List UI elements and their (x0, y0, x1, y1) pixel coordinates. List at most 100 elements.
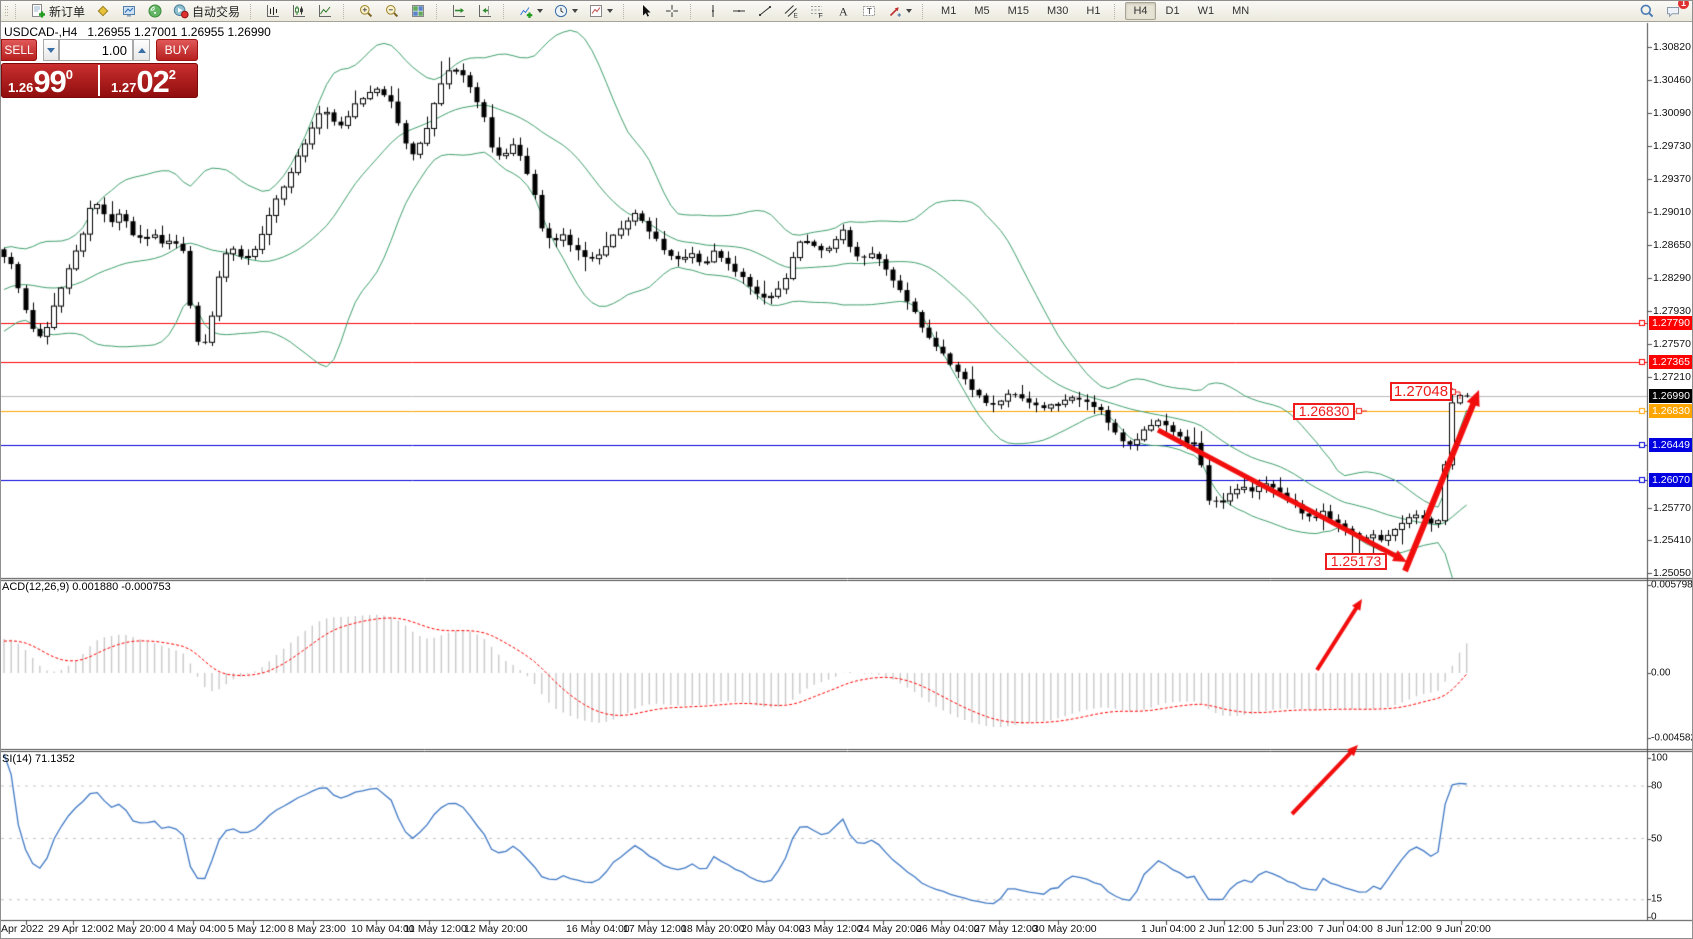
hline-button[interactable] (727, 1, 751, 22)
add-indicator-button[interactable] (514, 1, 547, 22)
text-tool-button[interactable]: A (831, 1, 855, 22)
line-chart-button[interactable] (313, 1, 337, 22)
timeframe-h4-button[interactable]: H4 (1125, 2, 1155, 20)
buy-price-prefix: 1.27 (111, 80, 136, 95)
market-watch-icon (95, 3, 111, 19)
toolbar: 新订单 自动交易 E FA T M1M5M15M30H1 H4D1W1MN 1 (1, 1, 1692, 22)
timeframe-w1-button[interactable]: W1 (1190, 2, 1223, 20)
chevron-up-icon (138, 48, 146, 53)
toolbar-separator (623, 4, 629, 19)
text-tool-icon: A (835, 3, 851, 19)
fibo-icon: F (809, 3, 825, 19)
toolbar-group-5 (633, 1, 685, 22)
dropdown-caret-icon (572, 9, 578, 13)
one-click-trading-panel: SELL BUY 1.26990 1.27022 (1, 39, 198, 98)
tile-windows-button[interactable] (406, 1, 430, 22)
buy-price-sup: 2 (169, 67, 176, 82)
svg-text:E: E (794, 13, 799, 20)
new-order-label: 新订单 (49, 3, 85, 20)
new-order-icon (30, 3, 46, 19)
timeframe-h1-button[interactable]: H1 (1078, 2, 1108, 20)
timeframe-m5-button[interactable]: M5 (966, 2, 997, 20)
arrows-tool-button[interactable] (883, 1, 916, 22)
chart-window-button[interactable] (117, 1, 141, 22)
dropdown-caret-icon (607, 9, 613, 13)
cursor-button[interactable] (634, 1, 658, 22)
signals-icon (147, 3, 163, 19)
auto-scroll-button[interactable] (447, 1, 471, 22)
dropdown-caret-icon (906, 9, 912, 13)
sell-button[interactable]: SELL (1, 39, 37, 61)
chart-window-icon (121, 3, 137, 19)
autotrade-button[interactable]: 自动交易 (169, 1, 244, 22)
add-indicator-icon (518, 3, 534, 19)
toolbar-separator (922, 4, 928, 19)
timeframe-d1-button[interactable]: D1 (1158, 2, 1188, 20)
market-watch-button[interactable] (91, 1, 115, 22)
svg-text:A: A (839, 5, 848, 19)
sell-price[interactable]: 1.26990 (1, 63, 97, 98)
crosshair-button[interactable] (660, 1, 684, 22)
price-annotation-label[interactable]: 1.27048 (1390, 382, 1452, 401)
sell-price-prefix: 1.26 (8, 80, 33, 95)
buy-price-big: 02 (136, 65, 168, 98)
toolbar-group-2 (353, 1, 431, 22)
bars-chart-icon (265, 3, 281, 19)
templates-button[interactable] (584, 1, 617, 22)
buy-button[interactable]: BUY (156, 39, 198, 61)
symbol-period-label: USDCAD-,H4 (4, 25, 77, 39)
vline-icon (705, 3, 721, 19)
volume-decrease-button[interactable] (43, 39, 59, 61)
chat-button[interactable]: 1 (1661, 1, 1685, 22)
zoom-out-button[interactable] (380, 1, 404, 22)
periods-icon (553, 3, 569, 19)
signals-button[interactable] (143, 1, 167, 22)
toolbar-grip[interactable] (3, 1, 10, 22)
search-button[interactable] (1635, 1, 1659, 22)
price-annotation-label[interactable]: 1.25173 (1325, 553, 1387, 570)
bars-chart-button[interactable] (261, 1, 285, 22)
templates-icon (588, 3, 604, 19)
price-annotation-label[interactable]: 1.26830 (1293, 403, 1355, 420)
text-label-button[interactable]: T (857, 1, 881, 22)
candles-chart-icon (291, 3, 307, 19)
price-divider (98, 65, 100, 96)
timeframe-m1-button[interactable]: M1 (933, 2, 964, 20)
volume-increase-button[interactable] (133, 39, 150, 61)
periods-button[interactable] (549, 1, 582, 22)
chart-shift-icon (477, 3, 493, 19)
volume-input[interactable] (59, 39, 133, 61)
zoom-in-button[interactable] (354, 1, 378, 22)
toolbar-separator (503, 4, 509, 19)
toolbar-right: 1 (1634, 1, 1686, 22)
fibo-button[interactable]: F (805, 1, 829, 22)
trendline-icon (757, 3, 773, 19)
candles-chart-button[interactable] (287, 1, 311, 22)
zoom-in-icon (358, 3, 374, 19)
vline-button[interactable] (701, 1, 725, 22)
toolbar-separator (690, 4, 696, 19)
toolbar-group-3 (446, 1, 498, 22)
timeframe-m30-button[interactable]: M30 (1039, 2, 1076, 20)
chart-title: USDCAD-,H41.26955 1.27001 1.26955 1.2699… (4, 25, 271, 39)
channel-button[interactable]: E (779, 1, 803, 22)
timeframe-m15-button[interactable]: M15 (1000, 2, 1037, 20)
arrows-tool-icon (887, 3, 903, 19)
tile-windows-icon (410, 3, 426, 19)
trendline-button[interactable] (753, 1, 777, 22)
timeframe-mn-button[interactable]: MN (1224, 2, 1257, 20)
buy-price[interactable]: 1.27022 (101, 63, 198, 98)
line-chart-icon (317, 3, 333, 19)
text-label-icon: T (861, 3, 877, 19)
toolbar-group-7: M1M5M15M30H1 H4D1W1MN (932, 1, 1258, 22)
toolbar-separator (343, 4, 349, 19)
chart-canvas[interactable] (1, 1, 1693, 939)
autotrade-label: 自动交易 (192, 3, 240, 20)
auto-scroll-icon (451, 3, 467, 19)
svg-text:T: T (867, 6, 872, 16)
chart-shift-button[interactable] (473, 1, 497, 22)
new-order-button[interactable]: 新订单 (26, 1, 89, 22)
macd-indicator-label: ACD(12,26,9) 0.001880 -0.000753 (2, 581, 171, 593)
toolbar-separator (15, 4, 21, 19)
price-quote-row: 1.26990 1.27022 (1, 63, 198, 98)
